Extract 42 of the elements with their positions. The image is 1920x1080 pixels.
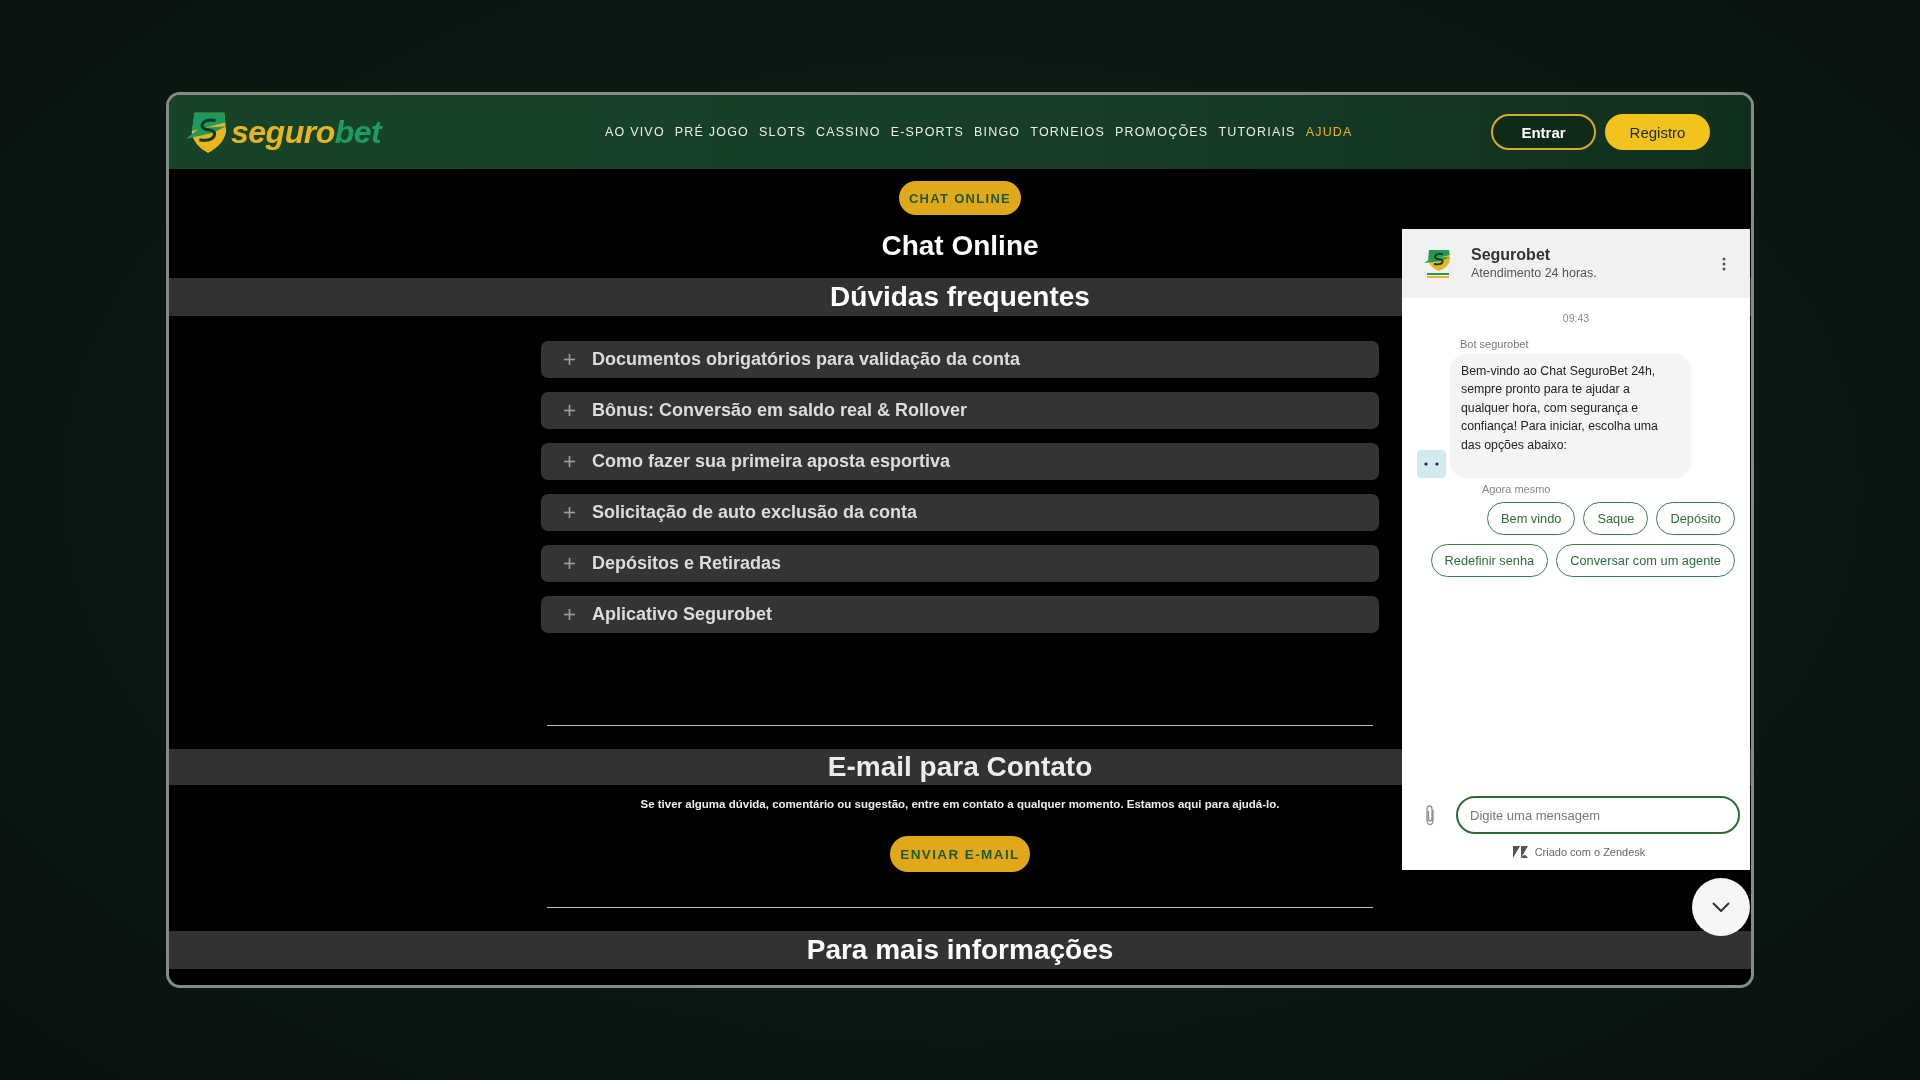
footer-text: Criado com o Zendesk bbox=[1534, 845, 1646, 860]
nav-link[interactable]: SLOTS bbox=[759, 124, 806, 140]
nav-link[interactable]: TORNEIOS bbox=[1030, 124, 1105, 140]
faq-item[interactable]: Aplicativo Segurobet bbox=[541, 596, 1379, 633]
message-bubble: Bem-vindo ao Chat SeguroBet 24h, sempre pronto para te ajudar a qualquer hora, com segurança e confiança! Para iniciar, escolha uma das opções abaixo: bbox=[1450, 354, 1691, 479]
nav-link[interactable]: AJUDA bbox=[1305, 124, 1353, 140]
quick-reply-button[interactable]: Saque bbox=[1583, 502, 1649, 536]
nav-link[interactable]: PROMOÇÕES bbox=[1114, 124, 1209, 140]
quick-reply-button[interactable]: Depósito bbox=[1656, 502, 1735, 536]
z-logo-icon bbox=[1512, 846, 1528, 858]
register-button[interactable]: Registro bbox=[1605, 114, 1710, 150]
faq-item[interactable]: Documentos obrigatórios para validação da conta bbox=[541, 341, 1379, 378]
quick-reply-button[interactable]: Redefinir senha bbox=[1430, 544, 1549, 578]
nav-link[interactable]: PRÉ JOGO bbox=[674, 124, 749, 140]
sender-name: Bot segurobet bbox=[1460, 337, 1530, 351]
bot-avatar-icon bbox=[1417, 450, 1446, 479]
scroll-down-button[interactable] bbox=[1692, 878, 1750, 936]
nav-link[interactable]: BINGO bbox=[973, 124, 1021, 140]
page-title: Chat Online bbox=[881, 229, 1039, 263]
nav-link[interactable]: CASSINO bbox=[816, 124, 881, 140]
shield-logo-icon bbox=[1424, 248, 1452, 279]
faq-item[interactable]: Solicitação de auto exclusão da conta bbox=[541, 494, 1379, 531]
quick-reply-button[interactable]: Bem vindo bbox=[1487, 502, 1576, 536]
quick-reply-button[interactable]: Conversar com um agente bbox=[1556, 544, 1735, 578]
nav-link[interactable]: TUTORIAIS bbox=[1218, 124, 1296, 140]
nav-link[interactable]: AO VIVO bbox=[605, 124, 665, 140]
faq-item[interactable]: Depósitos e Retiradas bbox=[541, 545, 1379, 582]
faq-item[interactable]: Como fazer sua primeira aposta esportiva bbox=[541, 443, 1379, 480]
logo-text[interactable]: segurobet bbox=[231, 113, 382, 151]
chat-title: Segurobet bbox=[1471, 245, 1552, 265]
nav-link[interactable]: E-SPORTS bbox=[890, 124, 964, 140]
message-input[interactable]: Digite uma mensagem bbox=[1456, 796, 1740, 834]
login-button[interactable]: Entrar bbox=[1491, 114, 1596, 150]
section-heading: Para mais informações bbox=[169, 931, 1751, 969]
attachment-icon[interactable] bbox=[1424, 804, 1436, 826]
faq-item[interactable]: Bônus: Conversão em saldo real & Rollover bbox=[541, 392, 1379, 429]
more-options-icon[interactable] bbox=[1722, 256, 1726, 271]
chevron-down-icon bbox=[1712, 902, 1730, 912]
send-email-button[interactable]: ENVIAR E-MAIL bbox=[890, 836, 1030, 872]
section-badge: CHAT ONLINE bbox=[898, 181, 1022, 215]
contact-text: Se tiver alguma dúvida, comentário ou sugestão, entre em contato a qualquer momento. Estamos aqui para ajudá-lo. bbox=[640, 797, 1280, 812]
message-status: Agora mesmo bbox=[1482, 482, 1552, 497]
